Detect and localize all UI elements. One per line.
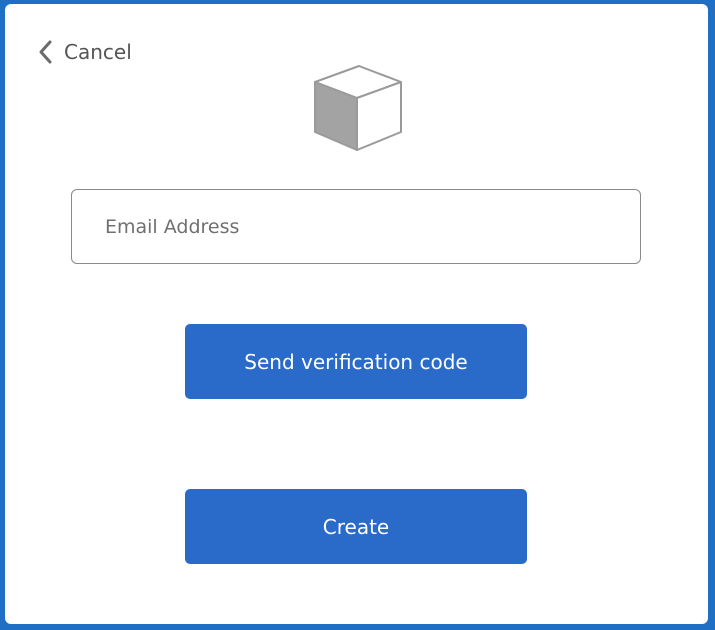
cube-icon	[309, 60, 403, 158]
dialog-window: Cancel Send verification code Create	[5, 4, 708, 624]
send-verification-code-button[interactable]: Send verification code	[185, 324, 527, 399]
create-button[interactable]: Create	[185, 489, 527, 564]
chevron-left-icon	[38, 40, 52, 64]
cancel-button[interactable]: Cancel	[38, 40, 132, 64]
cancel-label: Cancel	[64, 40, 132, 64]
email-field[interactable]	[71, 189, 641, 264]
